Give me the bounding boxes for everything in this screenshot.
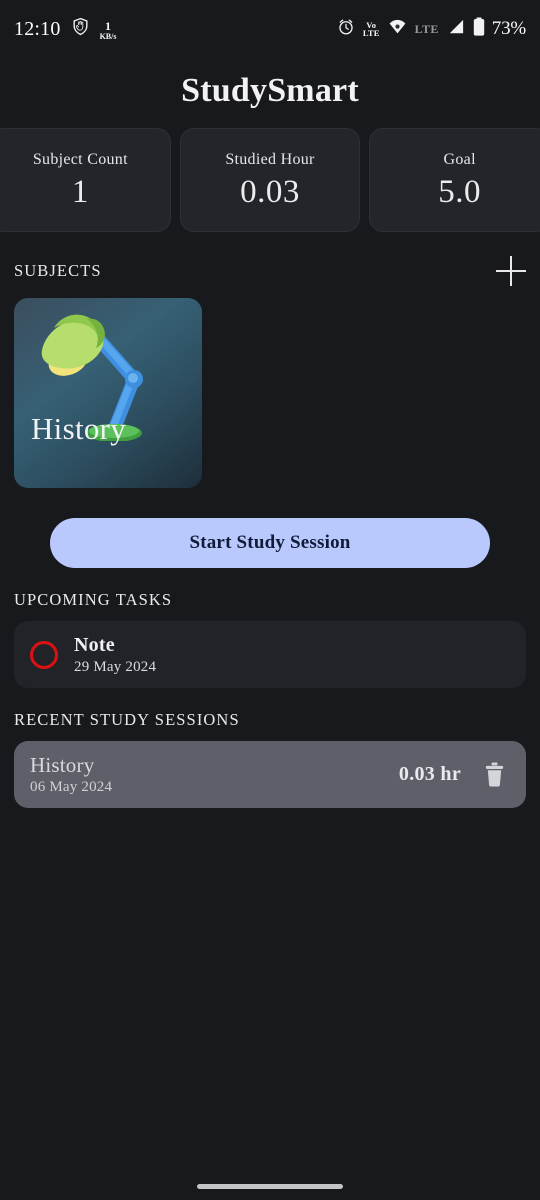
status-bar-left: 12:10 1 KB/s: [14, 17, 116, 41]
wifi-icon: [388, 19, 407, 40]
stat-value: 0.03: [240, 173, 300, 210]
subject-name: History: [31, 411, 127, 446]
sessions-list: History 06 May 2024 0.03 hr: [0, 741, 540, 808]
session-duration: 0.03 hr: [398, 763, 461, 785]
start-study-session-button[interactable]: Start Study Session: [50, 518, 490, 568]
stat-label: Subject Count: [32, 150, 128, 168]
plus-icon[interactable]: [494, 254, 528, 288]
stat-label: Goal: [443, 150, 476, 168]
subjects-section-header: SUBJECTS: [0, 254, 540, 288]
status-bar: 12:10 1 KB/s Vo LTE LTE 73%: [0, 0, 540, 58]
tasks-list: Note 29 May 2024: [0, 621, 540, 688]
task-title: Note: [74, 633, 115, 656]
sessions-section-title: RECENT STUDY SESSIONS: [14, 710, 240, 729]
sessions-section-header: RECENT STUDY SESSIONS: [0, 710, 540, 730]
stat-card-goal[interactable]: Goal 5.0: [369, 128, 540, 232]
tasks-section-title: UPCOMING TASKS: [14, 590, 173, 609]
battery-percentage: 73%: [491, 18, 526, 39]
tasks-section-header: UPCOMING TASKS: [0, 590, 540, 610]
volte-icon: Vo LTE: [362, 20, 380, 38]
circle-checkbox-icon[interactable]: [30, 640, 58, 669]
stat-value: 5.0: [438, 173, 482, 210]
page-title: StudySmart: [181, 72, 359, 109]
lte-label: LTE: [414, 21, 439, 36]
subjects-section-title: SUBJECTS: [14, 261, 102, 280]
network-speed-unit: KB/s: [99, 31, 117, 41]
task-date: 29 May 2024: [74, 658, 157, 675]
stats-row: Subject Count 1 Studied Hour 0.03 Goal 5…: [0, 128, 540, 232]
list-item[interactable]: Note 29 May 2024: [14, 621, 526, 688]
shield-hand-icon: [71, 17, 90, 41]
status-bar-right: Vo LTE LTE 73%: [337, 17, 526, 41]
network-speed-indicator: 1 KB/s: [100, 20, 117, 41]
stat-card-subject-count[interactable]: Subject Count 1: [0, 128, 171, 232]
table-row[interactable]: History 06 May 2024 0.03 hr: [14, 741, 526, 808]
subjects-list: History: [0, 288, 540, 488]
session-text: History 06 May 2024: [30, 753, 399, 795]
stat-value: 1: [71, 173, 89, 210]
alarm-clock-icon: [337, 18, 355, 41]
battery-icon: [473, 17, 485, 41]
session-date: 06 May 2024: [30, 778, 113, 795]
task-text: Note 29 May 2024: [74, 634, 156, 676]
signal-bars-icon: [447, 19, 465, 40]
stat-label: Studied Hour: [225, 150, 315, 168]
volte-label-bottom: LTE: [362, 28, 380, 38]
home-gesture-bar[interactable]: [197, 1184, 343, 1189]
network-speed-value: 1: [105, 18, 112, 33]
trash-icon[interactable]: [479, 760, 509, 790]
session-subject: History: [30, 753, 95, 778]
stat-card-studied-hour[interactable]: Studied Hour 0.03: [179, 128, 361, 232]
start-button-wrapper: Start Study Session: [0, 518, 540, 568]
status-bar-clock: 12:10: [14, 18, 61, 40]
subject-card-history[interactable]: History: [14, 298, 202, 488]
